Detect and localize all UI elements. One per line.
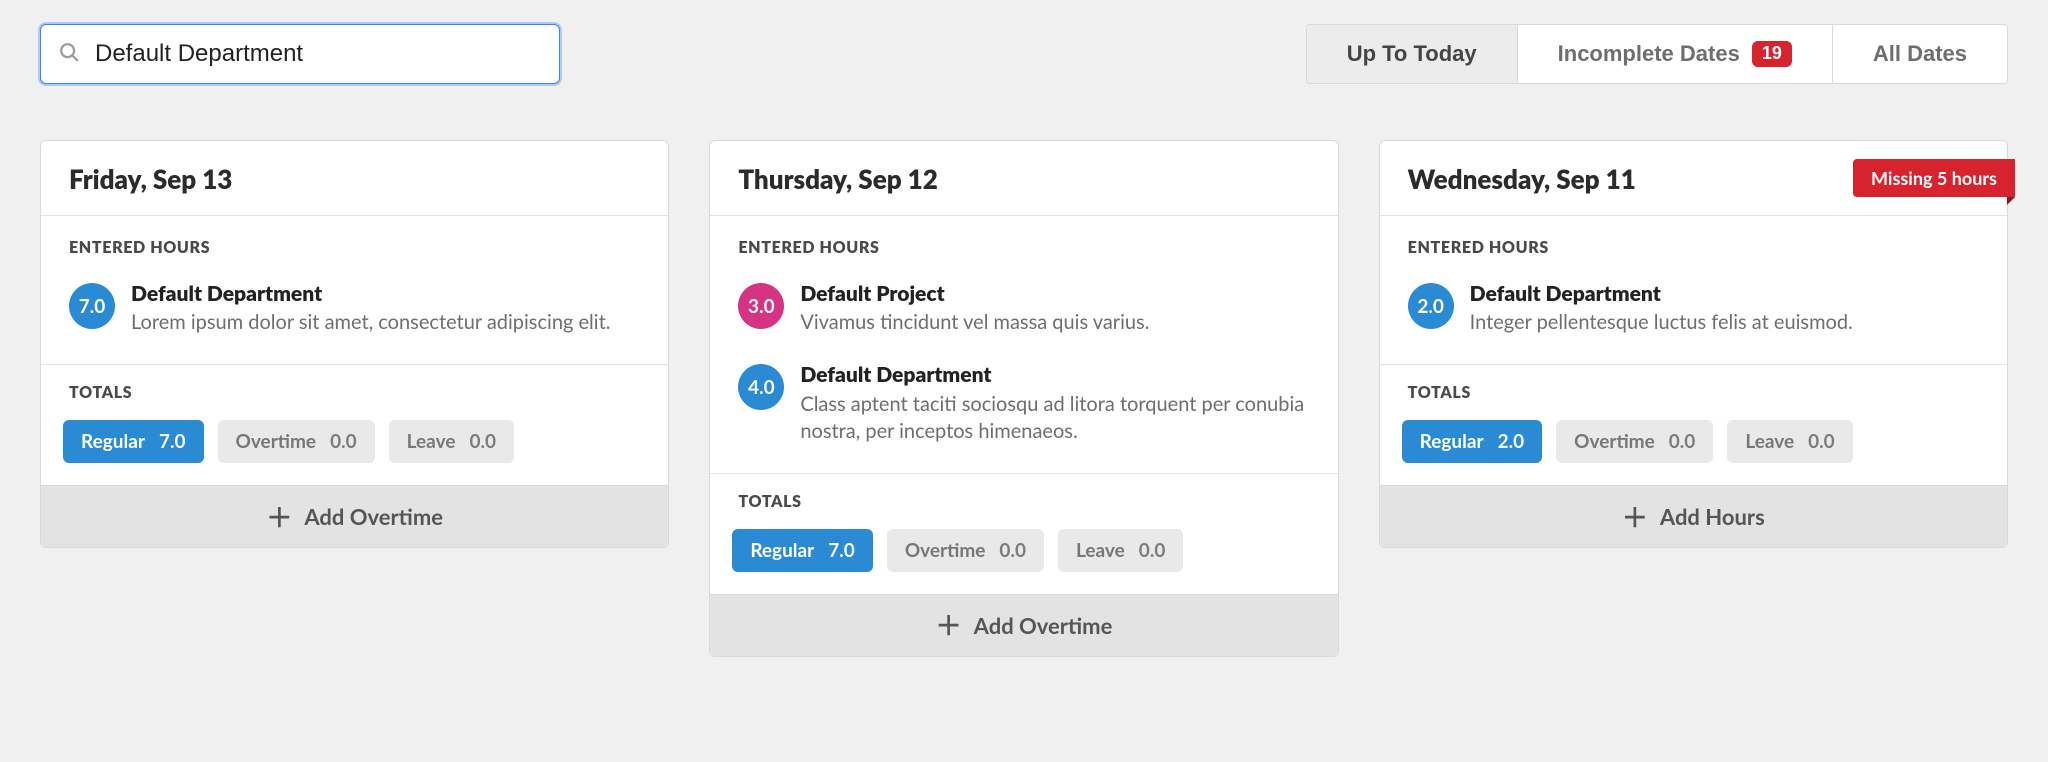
pill-value: 0.0 — [1808, 430, 1835, 453]
pill-label: Regular — [1420, 430, 1484, 453]
day-title: Friday, Sep 13 — [41, 141, 668, 216]
time-entry[interactable]: 7.0 Default Department Lorem ipsum dolor… — [69, 271, 640, 352]
entered-hours-label: ENTERED HOURS — [1380, 216, 2007, 265]
pill-label: Overtime — [905, 539, 986, 562]
totals-row: TOTALS Regular 2.0 Overtime 0.0 Leave 0.… — [1380, 365, 2007, 485]
pill-label: Regular — [81, 430, 145, 453]
entry-desc: Class aptent taciti sociosqu ad litora t… — [800, 391, 1309, 445]
totals-label: TOTALS — [732, 492, 1315, 511]
entry-title: Default Department — [800, 362, 1309, 388]
search-input[interactable] — [40, 24, 560, 84]
totals-label: TOTALS — [63, 383, 646, 402]
topbar: Up To Today Incomplete Dates 19 All Date… — [40, 24, 2008, 84]
hours-chip: 4.0 — [738, 364, 784, 410]
totals-row: TOTALS Regular 7.0 Overtime 0.0 Leave 0.… — [710, 474, 1337, 594]
entered-hours-label: ENTERED HOURS — [41, 216, 668, 265]
totals-label: TOTALS — [1402, 383, 1985, 402]
day-card: Missing 5 hours Wednesday, Sep 11 ENTERE… — [1379, 140, 2008, 548]
pill-value: 7.0 — [159, 430, 186, 453]
pill-label: Overtime — [236, 430, 317, 453]
filter-tabs: Up To Today Incomplete Dates 19 All Date… — [1306, 24, 2008, 84]
total-regular-pill[interactable]: Regular 2.0 — [1402, 420, 1543, 463]
day-card: Friday, Sep 13 ENTERED HOURS 7.0 Default… — [40, 140, 669, 548]
entries-list: 3.0 Default Project Vivamus tincidunt ve… — [710, 265, 1337, 465]
entry-desc: Vivamus tincidunt vel massa quis varius. — [800, 309, 1149, 336]
filter-label: All Dates — [1873, 41, 1967, 67]
total-overtime-pill[interactable]: Overtime 0.0 — [887, 529, 1044, 572]
entry-desc: Lorem ipsum dolor sit amet, consectetur … — [131, 309, 610, 336]
pill-value: 0.0 — [999, 539, 1026, 562]
add-action-label: Add Overtime — [974, 612, 1113, 639]
add-overtime-button[interactable]: ＋ Add Overtime — [710, 594, 1337, 656]
filter-up-to-today[interactable]: Up To Today — [1307, 25, 1518, 83]
entered-hours-label: ENTERED HOURS — [710, 216, 1337, 265]
total-leave-pill[interactable]: Leave 0.0 — [1058, 529, 1183, 572]
total-regular-pill[interactable]: Regular 7.0 — [63, 420, 204, 463]
search-wrap — [40, 24, 560, 84]
filter-incomplete-dates[interactable]: Incomplete Dates 19 — [1518, 25, 1833, 83]
entry-title: Default Department — [1470, 281, 1853, 307]
pill-value: 0.0 — [330, 430, 357, 453]
hours-chip: 7.0 — [69, 283, 115, 329]
total-overtime-pill[interactable]: Overtime 0.0 — [218, 420, 375, 463]
pill-value: 7.0 — [828, 539, 855, 562]
incomplete-count-badge: 19 — [1752, 41, 1792, 67]
filter-label: Up To Today — [1347, 41, 1477, 67]
pill-value: 0.0 — [1669, 430, 1696, 453]
plus-icon: ＋ — [936, 612, 962, 638]
pill-value: 0.0 — [1139, 539, 1166, 562]
entry-title: Default Department — [131, 281, 610, 307]
entry-text: Default Department Lorem ipsum dolor sit… — [131, 281, 610, 336]
time-entry[interactable]: 4.0 Default Department Class aptent taci… — [738, 352, 1309, 460]
entry-text: Default Department Class aptent taciti s… — [800, 362, 1309, 444]
pill-label: Leave — [1076, 539, 1125, 562]
entries-list: 7.0 Default Department Lorem ipsum dolor… — [41, 265, 668, 356]
filter-label: Incomplete Dates — [1558, 41, 1740, 67]
pill-value: 2.0 — [1498, 430, 1525, 453]
entry-text: Default Project Vivamus tincidunt vel ma… — [800, 281, 1149, 336]
hours-chip: 2.0 — [1408, 283, 1454, 329]
filter-all-dates[interactable]: All Dates — [1833, 25, 2007, 83]
time-entry[interactable]: 2.0 Default Department Integer pellentes… — [1408, 271, 1979, 352]
time-entry[interactable]: 3.0 Default Project Vivamus tincidunt ve… — [738, 271, 1309, 352]
total-leave-pill[interactable]: Leave 0.0 — [1727, 420, 1852, 463]
pill-label: Leave — [1745, 430, 1794, 453]
total-leave-pill[interactable]: Leave 0.0 — [389, 420, 514, 463]
day-title: Thursday, Sep 12 — [710, 141, 1337, 216]
day-cards-row: Friday, Sep 13 ENTERED HOURS 7.0 Default… — [40, 140, 2008, 657]
totals-row: TOTALS Regular 7.0 Overtime 0.0 Leave 0.… — [41, 365, 668, 485]
pill-label: Regular — [750, 539, 814, 562]
entry-text: Default Department Integer pellentesque … — [1470, 281, 1853, 336]
missing-hours-ribbon: Missing 5 hours — [1853, 159, 2015, 197]
total-regular-pill[interactable]: Regular 7.0 — [732, 529, 873, 572]
pill-value: 0.0 — [469, 430, 496, 453]
entry-desc: Integer pellentesque luctus felis at eui… — [1470, 309, 1853, 336]
entries-list: 2.0 Default Department Integer pellentes… — [1380, 265, 2007, 356]
hours-chip: 3.0 — [738, 283, 784, 329]
plus-icon: ＋ — [1622, 504, 1648, 530]
add-overtime-button[interactable]: ＋ Add Overtime — [41, 485, 668, 547]
pill-label: Leave — [407, 430, 456, 453]
total-overtime-pill[interactable]: Overtime 0.0 — [1556, 420, 1713, 463]
day-card: Thursday, Sep 12 ENTERED HOURS 3.0 Defau… — [709, 140, 1338, 657]
add-hours-button[interactable]: ＋ Add Hours — [1380, 485, 2007, 547]
plus-icon: ＋ — [266, 504, 292, 530]
add-action-label: Add Overtime — [304, 503, 443, 530]
add-action-label: Add Hours — [1660, 503, 1765, 530]
pill-label: Overtime — [1574, 430, 1655, 453]
entry-title: Default Project — [800, 281, 1149, 307]
